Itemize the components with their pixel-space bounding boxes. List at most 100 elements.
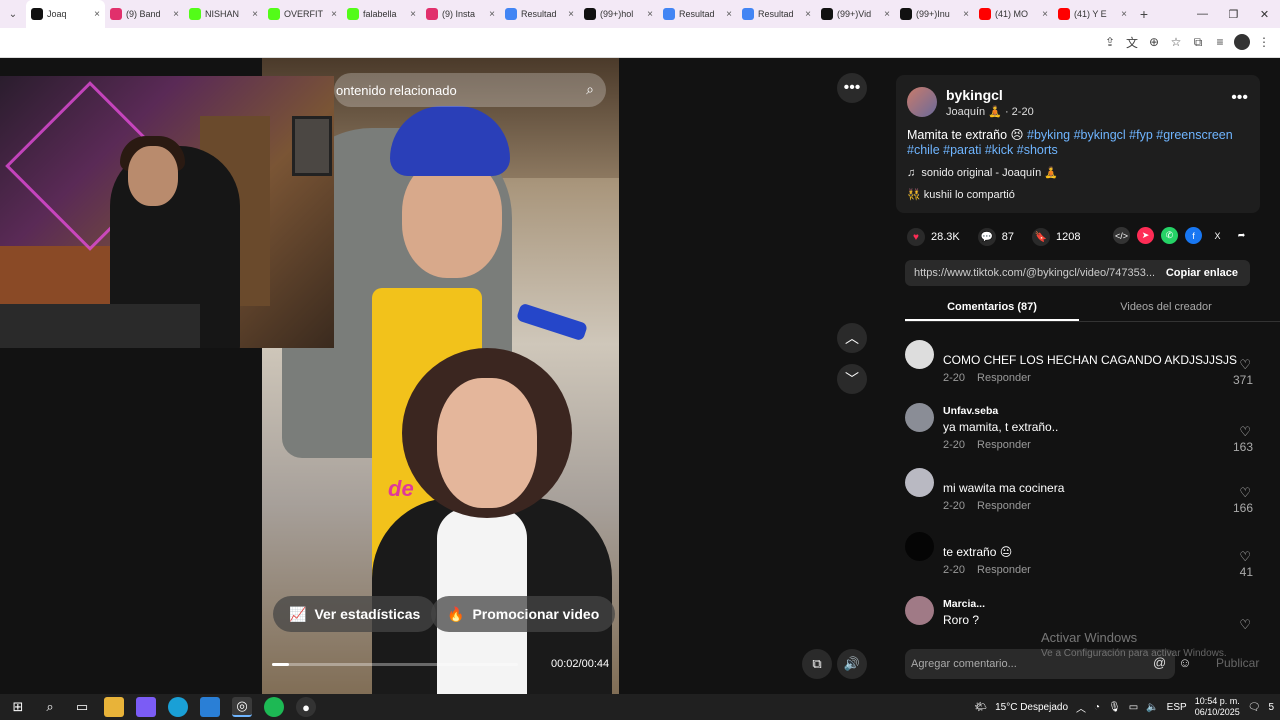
browser-tab[interactable]: (99+)Vid × [816,0,895,28]
more-options-icon[interactable]: ••• [837,73,867,103]
tab-close-icon[interactable]: × [489,9,495,20]
browser-tab[interactable]: Joaq × [26,0,105,28]
post-more-icon[interactable]: ••• [1231,89,1248,107]
tab-search-icon[interactable]: ⌄ [0,0,26,28]
view-stats-button[interactable]: 📈 Ver estadísticas [273,596,437,632]
browser-tab[interactable]: (41) MO × [974,0,1053,28]
share-arrow-icon[interactable]: ➦ [1233,227,1250,244]
translate-icon[interactable]: 文 [1124,33,1140,51]
browser-tab[interactable]: Resultad × [737,0,816,28]
pip-icon[interactable]: ⧉ [802,649,832,679]
browser-tab[interactable]: (9) Insta × [421,0,500,28]
language-indicator[interactable]: ESP [1167,702,1187,713]
browser-tab[interactable]: (9) Band × [105,0,184,28]
tab-creator-videos[interactable]: Videos del creador [1079,296,1253,321]
tab-close-icon[interactable]: × [1121,9,1127,20]
comment-like-icon[interactable]: ♡ [1239,357,1251,373]
comment-like-icon[interactable]: ♡ [1239,424,1251,440]
comment-avatar[interactable] [905,403,934,432]
like-icon[interactable]: ♥ [907,228,925,246]
comment-avatar[interactable] [905,340,934,369]
comment-username[interactable]: Unfav.seba [943,405,998,417]
embed-icon[interactable]: </> [1113,227,1130,244]
comment-avatar[interactable] [905,532,934,561]
related-search-bar[interactable]: ontenido relacionado ⌕ [334,73,606,107]
creator-avatar[interactable] [907,87,937,117]
copy-link-button[interactable]: Copiar enlace [1154,267,1250,279]
tab-close-icon[interactable]: × [884,9,890,20]
install-app-icon[interactable]: ⇪ [1102,33,1118,51]
tab-close-icon[interactable]: × [252,9,258,20]
zoom-icon[interactable]: ⊕ [1146,33,1162,51]
bookmark-star-icon[interactable]: ☆ [1168,33,1184,51]
clock[interactable]: 10:54 p. m. 06/10/2025 [1195,696,1240,718]
chrome-icon[interactable]: ◎ [232,697,252,717]
copilot-icon[interactable] [136,697,156,717]
browser-menu-icon[interactable]: ⋮ [1256,33,1272,51]
browser-tab[interactable]: NISHAN × [184,0,263,28]
extensions-icon[interactable]: ⧉ [1190,33,1206,51]
browser-tab[interactable]: OVERFIT × [263,0,342,28]
task-view-icon[interactable]: ▭ [72,697,92,717]
next-video-button[interactable]: ﹀ [837,364,867,394]
edge-icon[interactable] [168,697,188,717]
reply-button[interactable]: Responder [977,372,1031,384]
x-icon[interactable]: X [1209,227,1226,244]
weather-text[interactable]: 15°C Despejado [995,702,1068,713]
video-progress-bar[interactable] [272,663,518,666]
comment-like-icon[interactable]: ♡ [1239,485,1251,501]
comment-icon[interactable]: 💬 [977,228,996,246]
facebook-icon[interactable]: f [1185,227,1202,244]
file-explorer-icon[interactable] [104,697,124,717]
tab-close-icon[interactable]: × [1042,9,1048,20]
comment-username[interactable]: Marcia... [943,598,985,610]
search-icon[interactable]: ⌕ [586,81,594,98]
volume-icon[interactable]: 🔊 [837,649,867,679]
obs-icon[interactable]: ● [296,697,316,717]
store-icon[interactable] [200,697,220,717]
notifications-icon[interactable]: 🗨 [1248,702,1261,713]
browser-tab[interactable]: falabella × [342,0,421,28]
reply-button[interactable]: Responder [977,564,1031,576]
creator-username[interactable]: bykingcl [946,87,1003,103]
reply-button[interactable]: Responder [977,439,1031,451]
tab-close-icon[interactable]: × [331,9,337,20]
comment-avatar[interactable] [905,468,934,497]
browser-tab[interactable]: (99+)hol × [579,0,658,28]
reply-button[interactable]: Responder [977,500,1031,512]
promote-video-button[interactable]: 🔥 Promocionar video [431,596,616,632]
close-window-button[interactable]: ✕ [1249,0,1280,28]
browser-tab[interactable]: (99+)Inu × [895,0,974,28]
tab-comments[interactable]: Comentarios (87) [905,296,1079,321]
tab-close-icon[interactable]: × [726,9,732,20]
tab-close-icon[interactable]: × [410,9,416,20]
wifi-icon[interactable]: ◔ [1094,702,1100,713]
tab-close-icon[interactable]: × [568,9,574,20]
browser-tab[interactable]: Resultad × [658,0,737,28]
tab-close-icon[interactable]: × [647,9,653,20]
comment-like-icon[interactable]: ♡ [1239,617,1251,633]
tab-close-icon[interactable]: × [173,9,179,20]
reading-list-icon[interactable]: ≡ [1212,33,1228,51]
profile-avatar[interactable] [1234,34,1250,50]
browser-tab[interactable]: (41) Y E × [1053,0,1132,28]
browser-tab[interactable]: Resultad × [500,0,579,28]
search-taskbar-icon[interactable]: ⌕ [40,697,60,717]
tray-chevron-icon[interactable]: ︿ [1076,700,1086,715]
spotify-icon[interactable] [264,697,284,717]
send-icon[interactable]: ➤ [1137,227,1154,244]
minimize-button[interactable]: — [1187,0,1218,28]
comment-like-icon[interactable]: ♡ [1239,549,1251,565]
tab-close-icon[interactable]: × [805,9,811,20]
video-url[interactable]: https://www.tiktok.com/@bykingcl/video/7… [905,267,1154,279]
bookmark-icon[interactable]: 🔖 [1032,228,1050,246]
whatsapp-icon[interactable]: ✆ [1161,227,1178,244]
maximize-button[interactable]: ❐ [1218,0,1249,28]
comment-avatar[interactable] [905,596,934,625]
new-tab-button[interactable]: + [1132,6,1156,22]
windows-start-icon[interactable]: ⊞ [8,697,28,717]
music-info[interactable]: ♫ sonido original - Joaquín 🧘 [907,166,1058,179]
tab-close-icon[interactable]: × [963,9,969,20]
previous-video-button[interactable]: ︿ [837,323,867,353]
tab-close-icon[interactable]: × [94,9,100,20]
